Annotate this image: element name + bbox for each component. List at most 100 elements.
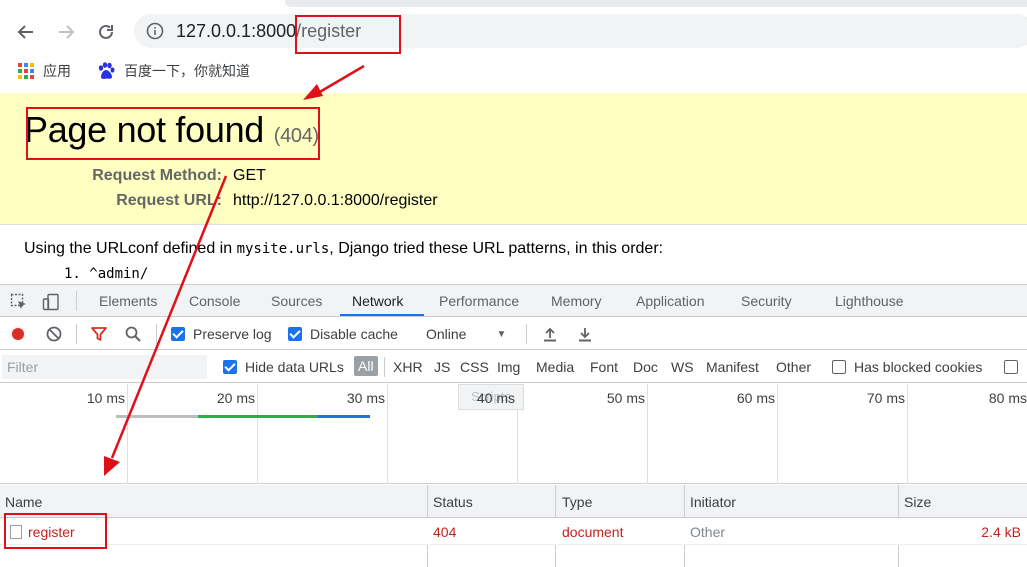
- info-module: mysite.urls: [236, 241, 330, 257]
- tick-label: 30 ms: [346, 390, 385, 406]
- tick-label: 10 ms: [86, 390, 125, 406]
- tick-label: 70 ms: [866, 390, 905, 406]
- bookmark-apps-label: 应用: [43, 63, 71, 79]
- filter-type-xhr[interactable]: XHR: [393, 359, 423, 375]
- devtools-tabbar: Elements Console Sources Network Perform…: [0, 285, 1027, 317]
- table-row[interactable]: register 404 document Other 2.4 kB: [0, 518, 1027, 545]
- tick-label: 20 ms: [216, 390, 255, 406]
- throttling-value: Online: [426, 326, 467, 342]
- column-name[interactable]: Name: [5, 494, 42, 510]
- back-button[interactable]: [12, 18, 40, 46]
- filter-type-manifest[interactable]: Manifest: [706, 359, 759, 375]
- tab-performance[interactable]: Performance: [439, 293, 519, 309]
- tab-lighthouse[interactable]: Lighthouse: [835, 293, 904, 309]
- tab-memory[interactable]: Memory: [551, 293, 602, 309]
- hide-data-urls-checkbox[interactable]: Hide data URLs: [223, 359, 344, 375]
- annotation-box-url: [295, 15, 401, 54]
- reload-button[interactable]: [92, 18, 120, 46]
- forward-button[interactable]: [52, 18, 80, 46]
- request-method-value: GET: [233, 167, 266, 184]
- annotation-box-title: [26, 107, 320, 160]
- search-icon[interactable]: [124, 325, 142, 343]
- info-before: Using the URLconf defined in: [24, 240, 237, 257]
- network-toolbar: Preserve log Disable cache Online ▼: [0, 318, 1027, 350]
- bookmark-baidu-label: 百度一下，你就知道: [124, 63, 250, 79]
- has-blocked-cookies-checkbox[interactable]: Has blocked cookies: [832, 359, 982, 375]
- column-initiator[interactable]: Initiator: [690, 494, 736, 510]
- disable-cache-checkbox[interactable]: Disable cache: [288, 326, 398, 342]
- filter-funnel-icon[interactable]: [90, 325, 108, 343]
- throttling-select[interactable]: Online ▼: [426, 326, 506, 342]
- tab-application[interactable]: Application: [636, 293, 705, 309]
- import-har-icon[interactable]: [541, 325, 559, 343]
- row-initiator: Other: [690, 524, 726, 540]
- column-status[interactable]: Status: [433, 494, 473, 510]
- request-url-value: http://127.0.0.1:8000/register: [233, 192, 438, 209]
- reload-icon: [99, 24, 113, 39]
- baidu-paw-icon: [98, 62, 115, 79]
- arrow-left-icon: [17, 25, 33, 39]
- filter-type-all[interactable]: All: [354, 356, 378, 376]
- annotation-box-request: [4, 513, 107, 549]
- filter-input[interactable]: [2, 355, 207, 379]
- tab-security[interactable]: Security: [741, 293, 792, 309]
- active-tab-indicator: [340, 314, 424, 316]
- inspect-element-icon[interactable]: [10, 293, 28, 311]
- url-pattern-item: 1. ^admin/: [64, 266, 149, 282]
- browser-window: 127.0.0.1:8000/register 应用 百度一下，你就知道 Pag…: [0, 0, 1027, 567]
- browser-toolbar: 127.0.0.1:8000/register: [0, 8, 1027, 54]
- record-icon[interactable]: [9, 325, 27, 343]
- tab-console[interactable]: Console: [189, 293, 240, 309]
- bookmark-apps[interactable]: 应用: [17, 61, 71, 81]
- tick-label: 80 ms: [988, 390, 1027, 406]
- column-type[interactable]: Type: [562, 494, 592, 510]
- url-host: 127.0.0.1:8000: [176, 21, 297, 41]
- network-overview: 10 ms 20 ms 30 ms Scripts 40 ms 50 ms 60…: [0, 384, 1027, 484]
- arrow-right-icon: [59, 25, 75, 39]
- export-har-icon[interactable]: [576, 325, 594, 343]
- request-method-label: Request Method:: [92, 167, 222, 184]
- blocked-requests-checkbox[interactable]: [1004, 360, 1018, 374]
- preserve-log-checkbox[interactable]: Preserve log: [171, 326, 272, 342]
- timeline-bar-download: [318, 415, 370, 418]
- device-toolbar-icon[interactable]: [42, 293, 60, 311]
- bookmarks-bar: 应用 百度一下，你就知道: [0, 56, 1027, 88]
- disable-cache-label: Disable cache: [310, 326, 398, 342]
- filter-type-js[interactable]: JS: [434, 359, 450, 375]
- column-size[interactable]: Size: [904, 494, 931, 510]
- info-after: , Django tried these URL patterns, in th…: [329, 240, 664, 257]
- timeline-bar-waiting: [116, 415, 198, 418]
- tick-label: 40 ms: [476, 390, 515, 406]
- filter-type-font[interactable]: Font: [590, 359, 618, 375]
- bookmark-baidu[interactable]: 百度一下，你就知道: [96, 61, 250, 81]
- tick-label: 50 ms: [606, 390, 645, 406]
- filter-type-css[interactable]: CSS: [460, 359, 489, 375]
- request-url-label: Request URL:: [116, 192, 222, 209]
- has-blocked-cookies-label: Has blocked cookies: [854, 359, 983, 375]
- row-size: 2.4 kB: [981, 524, 1021, 540]
- chevron-down-icon: ▼: [496, 328, 507, 340]
- timeline-bar-ttfb: [198, 415, 318, 418]
- preserve-log-label: Preserve log: [193, 326, 272, 342]
- filter-bar: Hide data URLs All XHR JS CSS Img Media …: [0, 351, 1027, 383]
- info-icon[interactable]: [146, 22, 164, 40]
- tab-network[interactable]: Network: [352, 293, 403, 309]
- requests-table: Name Status Type Initiator Size register…: [0, 485, 1027, 567]
- apps-grid-icon: [18, 63, 34, 79]
- row-status: 404: [433, 524, 457, 540]
- tick-label: 60 ms: [736, 390, 775, 406]
- filter-type-other[interactable]: Other: [776, 359, 811, 375]
- address-bar[interactable]: 127.0.0.1:8000/register: [134, 14, 1027, 48]
- filter-type-ws[interactable]: WS: [671, 359, 694, 375]
- row-type: document: [562, 524, 624, 540]
- devtools-panel: Elements Console Sources Network Perform…: [0, 284, 1027, 567]
- urlconf-info: Using the URLconf defined in mysite.urls…: [24, 240, 663, 258]
- filter-type-media[interactable]: Media: [536, 359, 574, 375]
- tab-elements[interactable]: Elements: [99, 293, 157, 309]
- hide-data-urls-label: Hide data URLs: [245, 359, 344, 375]
- filter-type-img[interactable]: Img: [497, 359, 520, 375]
- tab-sources[interactable]: Sources: [271, 293, 322, 309]
- clear-icon[interactable]: [45, 325, 63, 343]
- table-header: Name Status Type Initiator Size: [0, 485, 1027, 518]
- filter-type-doc[interactable]: Doc: [633, 359, 658, 375]
